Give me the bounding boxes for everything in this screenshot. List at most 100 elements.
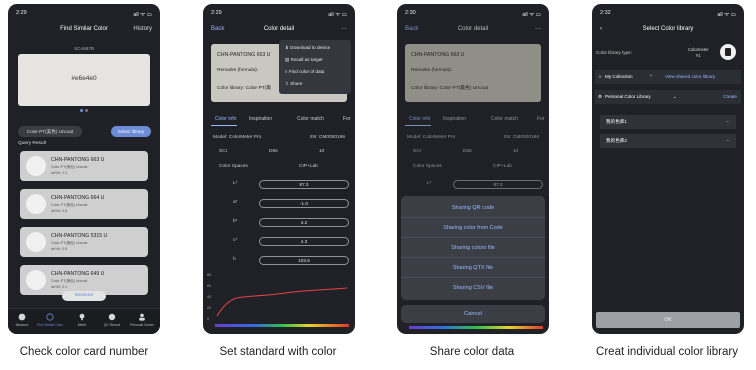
back-button[interactable]: Back — [405, 26, 418, 32]
more-icon[interactable]: ··· — [341, 26, 347, 32]
ok-button[interactable]: OK — [596, 312, 740, 328]
option-sci[interactable]: SCI — [219, 149, 227, 154]
lab-h-field[interactable]: 103.6 — [259, 256, 349, 265]
status-time: 2:32 — [600, 10, 611, 16]
create-button[interactable]: Create — [723, 90, 737, 104]
history-button[interactable]: History — [133, 26, 152, 32]
status-signal-icon: all ᯤ ▭ — [717, 12, 736, 18]
share-color-from-code-option[interactable]: Sharing color from Code — [401, 218, 545, 238]
more-icon[interactable]: ··· — [725, 115, 730, 129]
nav-bar: Back Color detail ··· — [203, 26, 355, 38]
share-csv-file-option[interactable]: Sharing CSV file — [401, 278, 545, 298]
status-signal-icon: all ᯤ ▭ — [328, 12, 347, 18]
color-space-select[interactable]: CIP+Lab — [493, 164, 512, 169]
tab-inspiration[interactable]: Inspiration — [249, 116, 272, 122]
my-collection-row[interactable]: ☆ My Collection ⌃ View shared color libr… — [595, 70, 741, 84]
cancel-button[interactable]: Cancel — [401, 305, 545, 323]
meter-name: Colormeter — [688, 47, 709, 52]
chart-tick: 20 — [207, 306, 211, 310]
tab-bar: Measure Find Similar Color Meter QC Reco… — [8, 308, 160, 334]
list-item[interactable]: CHN-PANTONG 663 U Color-PT(美色) Uncoat de… — [20, 151, 148, 181]
menu-download-to-device[interactable]: ⬇ Download to device — [285, 45, 330, 51]
menu-recall-as-target[interactable]: ▤ Recall as target — [285, 57, 323, 63]
field-label: L* — [233, 181, 238, 186]
share-qr-code-option[interactable]: Sharing QR code — [401, 198, 545, 218]
caption-check-color-card: Check color card number — [19, 346, 149, 358]
personal-library-label: Personal Color Library — [605, 94, 651, 99]
option-observer[interactable]: 10 — [513, 149, 518, 154]
sn-label: SN: CM0000196 — [309, 135, 345, 140]
lab-b-field[interactable]: 4.2 — [259, 218, 349, 227]
nav-bar: Find Similar Color History — [8, 26, 160, 38]
page-title: Color detail — [263, 26, 295, 32]
query-result-label: Query Result — [18, 141, 46, 146]
detail-tabs: Color info Inspiration Color match For — [401, 116, 549, 128]
image-icon — [26, 270, 46, 290]
select-library-button[interactable]: Select library — [111, 126, 151, 137]
status-signal-icon: all ᯤ ▭ — [133, 12, 152, 18]
library-filter-pill[interactable]: Color-PT(美色) Uncoat — [18, 126, 82, 137]
list-item[interactable]: 我的色库2 ··· — [600, 134, 736, 148]
list-item[interactable]: 我的色库1 ··· — [600, 115, 736, 129]
back-button[interactable]: Back — [211, 26, 224, 32]
tab-find-similar-color[interactable]: Find Similar Color — [36, 313, 64, 327]
result-delta: de%0: 0.1 — [51, 285, 68, 289]
options-row: SCI D65 10 — [407, 149, 539, 159]
page-title: Color detail — [457, 26, 489, 32]
personal-library-row[interactable]: ⚙ Personal Color Library ⌄ Create — [595, 90, 741, 104]
lab-l-field[interactable]: 87.3 — [259, 180, 349, 189]
tab-qc-record[interactable]: QC Record — [98, 313, 126, 327]
screen: 2:29 all ᯤ ▭ Find Similar Color History … — [0, 0, 756, 370]
tab-more[interactable]: For — [343, 116, 351, 122]
tab-personal-center[interactable]: Personal Center — [128, 313, 156, 327]
share-qtx-file-option[interactable]: Sharing QTX file — [401, 258, 545, 278]
menu-find-color-of-data[interactable]: ⌕ Find color of data — [285, 69, 324, 74]
library-label: Color library: Color-PT(美色) Uncoat — [411, 86, 489, 91]
library-label: Color library: Color-PT(美 — [217, 86, 272, 91]
palette-icon — [18, 313, 26, 321]
menu-label: Download to device — [290, 45, 331, 50]
tab-color-match[interactable]: Color match — [297, 116, 324, 122]
option-sci[interactable]: SCI — [413, 149, 421, 154]
library-name: 我的色库2 — [606, 138, 627, 143]
option-observer[interactable]: 10 — [319, 149, 324, 154]
chevron-down-icon: ⌄ — [673, 94, 677, 99]
image-icon — [26, 156, 46, 176]
my-collection-label: My Collection — [605, 74, 633, 79]
lab-a-field[interactable]: -1.0 — [259, 199, 349, 208]
chart-tick: 60 — [207, 284, 211, 288]
detail-tabs: Color info Inspiration Color match For — [207, 116, 355, 128]
color-hex-value: #e6e4e0 — [71, 75, 97, 82]
status-bar: 2:29 all ᯤ ▭ — [211, 10, 347, 18]
field-label: a* — [233, 200, 238, 205]
share-colors-file-option[interactable]: Sharing colors file — [401, 238, 545, 258]
meter-device-icon[interactable] — [720, 44, 736, 60]
more-icon[interactable]: ··· — [725, 134, 730, 148]
color-space-select[interactable]: CIP+Lab — [299, 164, 318, 169]
option-illuminant[interactable]: D65 — [463, 149, 472, 154]
lab-c-field[interactable]: 4.3 — [259, 237, 349, 246]
result-name: CHN-PANTONG 664 U — [51, 195, 105, 201]
list-item[interactable]: CHN-PANTONG 664 U Color-PT(美色) Uncoat de… — [20, 189, 148, 219]
remarks-label: Remarks (formula): — [217, 68, 259, 73]
measure-button[interactable]: Measure — [62, 291, 106, 301]
tab-inspiration[interactable]: Inspiration — [443, 116, 466, 122]
hex-top-label: SCA667B — [74, 46, 94, 51]
model-label: Model: ColorMeter Pro — [407, 135, 456, 140]
tab-color-info[interactable]: Color info — [215, 116, 236, 122]
option-illuminant[interactable]: D65 — [269, 149, 278, 154]
result-library: Color-PT(美色) Uncoat — [51, 203, 88, 207]
tab-label: Find Similar Color — [36, 323, 64, 327]
list-item[interactable]: CHN-PANTONG 5315 U Color-PT(美色) Uncoat d… — [20, 227, 148, 257]
menu-share[interactable]: ⇪ Share — [285, 81, 302, 87]
more-icon[interactable]: ··· — [535, 26, 541, 32]
view-shared-link[interactable]: View shared color library — [665, 70, 715, 84]
tab-color-match[interactable]: Color match — [491, 116, 518, 122]
tab-meter[interactable]: Meter — [68, 313, 96, 327]
tab-measure[interactable]: Measure — [8, 313, 36, 327]
tab-color-info[interactable]: Color info — [409, 116, 430, 122]
tab-more[interactable]: For — [537, 116, 545, 122]
tab-label: Personal Center — [130, 323, 154, 327]
lab-l-field[interactable]: 87.3 — [453, 180, 543, 189]
back-chevron-icon[interactable]: ‹ — [600, 26, 602, 32]
